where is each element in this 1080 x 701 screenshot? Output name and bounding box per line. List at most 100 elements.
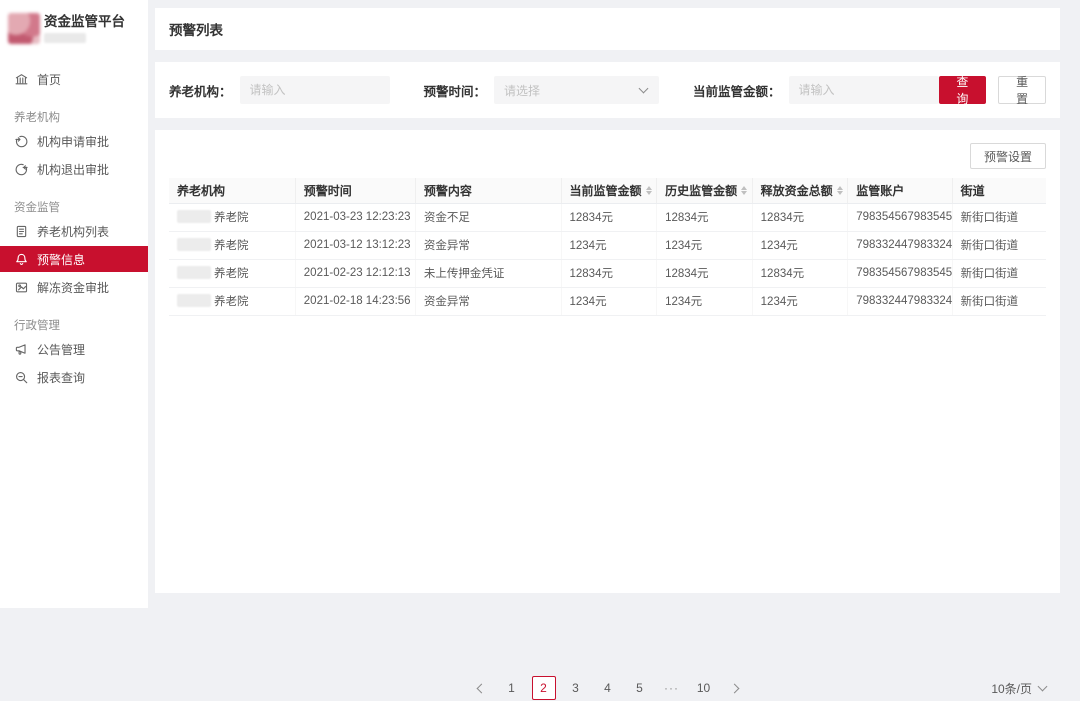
sidebar-item-unfreeze-approval[interactable]: 解冻资金审批 [0, 274, 148, 300]
column-header: 监管账户 [847, 178, 953, 204]
table-cell-org: 养老院 [169, 203, 296, 232]
table-cell-time: 2021-02-18 14:23:56 [295, 287, 416, 316]
column-header-label: 街道 [960, 183, 985, 198]
sidebar-item-home[interactable]: 首页 [0, 66, 148, 92]
table-cell-content: 资金异常 [415, 231, 562, 260]
sidebar-item-label: 机构申请审批 [37, 134, 110, 149]
org-filter-input[interactable] [239, 76, 390, 104]
table-cell-history: 1234元 [656, 231, 753, 260]
page-button-3[interactable]: 3 [564, 676, 588, 700]
column-header: 养老机构 [169, 178, 296, 204]
sort-icon[interactable] [836, 185, 843, 195]
page-button-5[interactable]: 5 [628, 676, 652, 700]
table-cell-street: 新街口街道 [952, 231, 1046, 260]
column-header-label: 养老机构 [177, 183, 226, 198]
table-cell-account: 7983545679835456 [847, 203, 953, 232]
column-header-label: 释放资金总额 [760, 183, 833, 198]
sidebar-item-label: 首页 [37, 72, 62, 87]
column-header-label: 预警内容 [423, 183, 472, 198]
magnifier-icon [14, 370, 28, 384]
sidebar-item-notice-mgmt[interactable]: 公告管理 [0, 336, 148, 362]
table-cell-street: 新街口街道 [952, 259, 1046, 288]
sidebar-item-org-list[interactable]: 养老机构列表 [0, 218, 148, 244]
megaphone-icon [14, 342, 28, 356]
table-cell-released: 12834元 [752, 203, 849, 232]
document-list-icon [14, 224, 28, 238]
table-cell-current: 12834元 [561, 203, 658, 232]
table-cell-current: 1234元 [561, 231, 658, 260]
sidebar-section-pension-org: 养老机构 [14, 112, 60, 124]
table-cell-org: 养老院 [169, 287, 296, 316]
search-button[interactable]: 查询 [938, 75, 987, 106]
reset-button[interactable]: 重置 [998, 75, 1046, 106]
column-header[interactable]: 历史监管金额 [656, 178, 753, 204]
table-cell-time: 2021-03-23 12:23:23 [295, 203, 416, 232]
table-cell-content: 资金不足 [415, 203, 562, 232]
table-cell-history: 12834元 [656, 203, 753, 232]
sidebar-item-label: 报表查询 [37, 370, 86, 385]
column-header-label: 当前监管金额 [569, 183, 642, 198]
column-header-label: 预警时间 [303, 183, 352, 198]
table-cell-account: 7983545679835456 [847, 259, 953, 288]
table-cell-street: 新街口街道 [952, 203, 1046, 232]
table-cell-history: 1234元 [656, 287, 753, 316]
column-header-label: 历史监管金额 [665, 183, 738, 198]
sidebar-item-warning-info[interactable]: 预警信息 [0, 246, 148, 272]
main-area: 预警列表 养老机构： 预警时间： 请选择 当前监管金额： 查询 重置 预警设置 … [155, 0, 1060, 700]
page-button-2[interactable]: 2 [531, 676, 556, 700]
table-row: 养老院 2021-02-23 12:12:13 未上传押金凭证 12834元 12834… [169, 259, 1046, 288]
table-row: 养老院 2021-03-23 12:23:23 资金不足 12834元 12834元 12… [169, 203, 1046, 232]
sidebar-item-org-apply-approval[interactable]: 机构申请审批 [0, 128, 148, 154]
brand-subtitle-redacted [44, 33, 86, 43]
pagination: 1 2 3 4 5 ··· 10 [155, 675, 1060, 701]
amount-filter-label: 当前监管金额： [693, 84, 781, 99]
column-header[interactable]: 当前监管金额 [561, 178, 658, 204]
page-size-label: 10条/页 [991, 681, 1032, 696]
image-arrow-icon [14, 280, 28, 294]
table-cell-content: 资金异常 [415, 287, 562, 316]
table-cell-current: 12834元 [561, 259, 658, 288]
next-page-button[interactable] [724, 676, 748, 700]
table-body: 养老院 2021-03-23 12:23:23 资金不足 12834元 12834元 12… [169, 203, 1046, 316]
sort-icon[interactable] [645, 185, 652, 195]
time-filter-placeholder[interactable]: 请选择 [494, 76, 660, 104]
sidebar-item-label: 公告管理 [37, 342, 86, 357]
page-button-10[interactable]: 10 [692, 676, 716, 700]
table-cell-account: 7983324479833244 [847, 231, 953, 260]
table-cell-released: 12834元 [752, 259, 849, 288]
org-filter-label: 养老机构： [169, 84, 232, 99]
sidebar-item-label: 养老机构列表 [37, 224, 110, 239]
page-ellipsis[interactable]: ··· [660, 676, 684, 700]
sidebar: 资金监管平台 首页 养老机构 机构申请审批 机构退出审批 资金监管 养老机构列表 预警信息解… [0, 0, 148, 608]
warning-settings-button[interactable]: 预警设置 [969, 143, 1046, 169]
redacted-name-prefix [177, 294, 211, 307]
table-cell-released: 1234元 [752, 287, 849, 316]
time-filter-select[interactable]: 请选择 [494, 76, 660, 104]
amount-filter-input[interactable] [788, 76, 939, 104]
sidebar-item-label: 解冻资金审批 [37, 280, 110, 295]
table-cell-time: 2021-03-12 13:12:23 [295, 231, 416, 260]
redacted-name-prefix [177, 210, 211, 223]
prev-page-button[interactable] [468, 676, 492, 700]
filter-bar: 养老机构： 预警时间： 请选择 当前监管金额： 查询 重置 [155, 62, 1060, 118]
table-cell-street: 新街口街道 [952, 287, 1046, 316]
sidebar-menu: 首页 养老机构 机构申请审批 机构退出审批 资金监管 养老机构列表 预警信息 解冻资金审批 行政… [0, 66, 148, 390]
table-cell-content: 未上传押金凭证 [415, 259, 562, 288]
page-size-select[interactable]: 10条/页 [991, 675, 1048, 701]
redacted-name-prefix [177, 266, 211, 279]
table-cell-time: 2021-02-23 12:12:13 [295, 259, 416, 288]
sort-icon[interactable] [741, 185, 748, 195]
column-header[interactable]: 释放资金总额 [752, 178, 849, 204]
table-cell-org: 养老院 [169, 231, 296, 260]
page-button-1[interactable]: 1 [500, 676, 524, 700]
sidebar-item-label: 机构退出审批 [37, 162, 110, 177]
page-button-4[interactable]: 4 [596, 676, 620, 700]
sidebar-item-report-query[interactable]: 报表查询 [0, 364, 148, 390]
table-row: 养老院 2021-03-12 13:12:23 资金异常 1234元 1234元 1234… [169, 231, 1046, 260]
sidebar-item-org-exit-approval[interactable]: 机构退出审批 [0, 156, 148, 182]
table-cell-account: 7983324479833244 [847, 287, 953, 316]
bank-icon [14, 72, 28, 86]
logo-redacted [8, 13, 40, 44]
sidebar-item-label: 预警信息 [37, 252, 86, 267]
page-header: 预警列表 [155, 8, 1060, 50]
